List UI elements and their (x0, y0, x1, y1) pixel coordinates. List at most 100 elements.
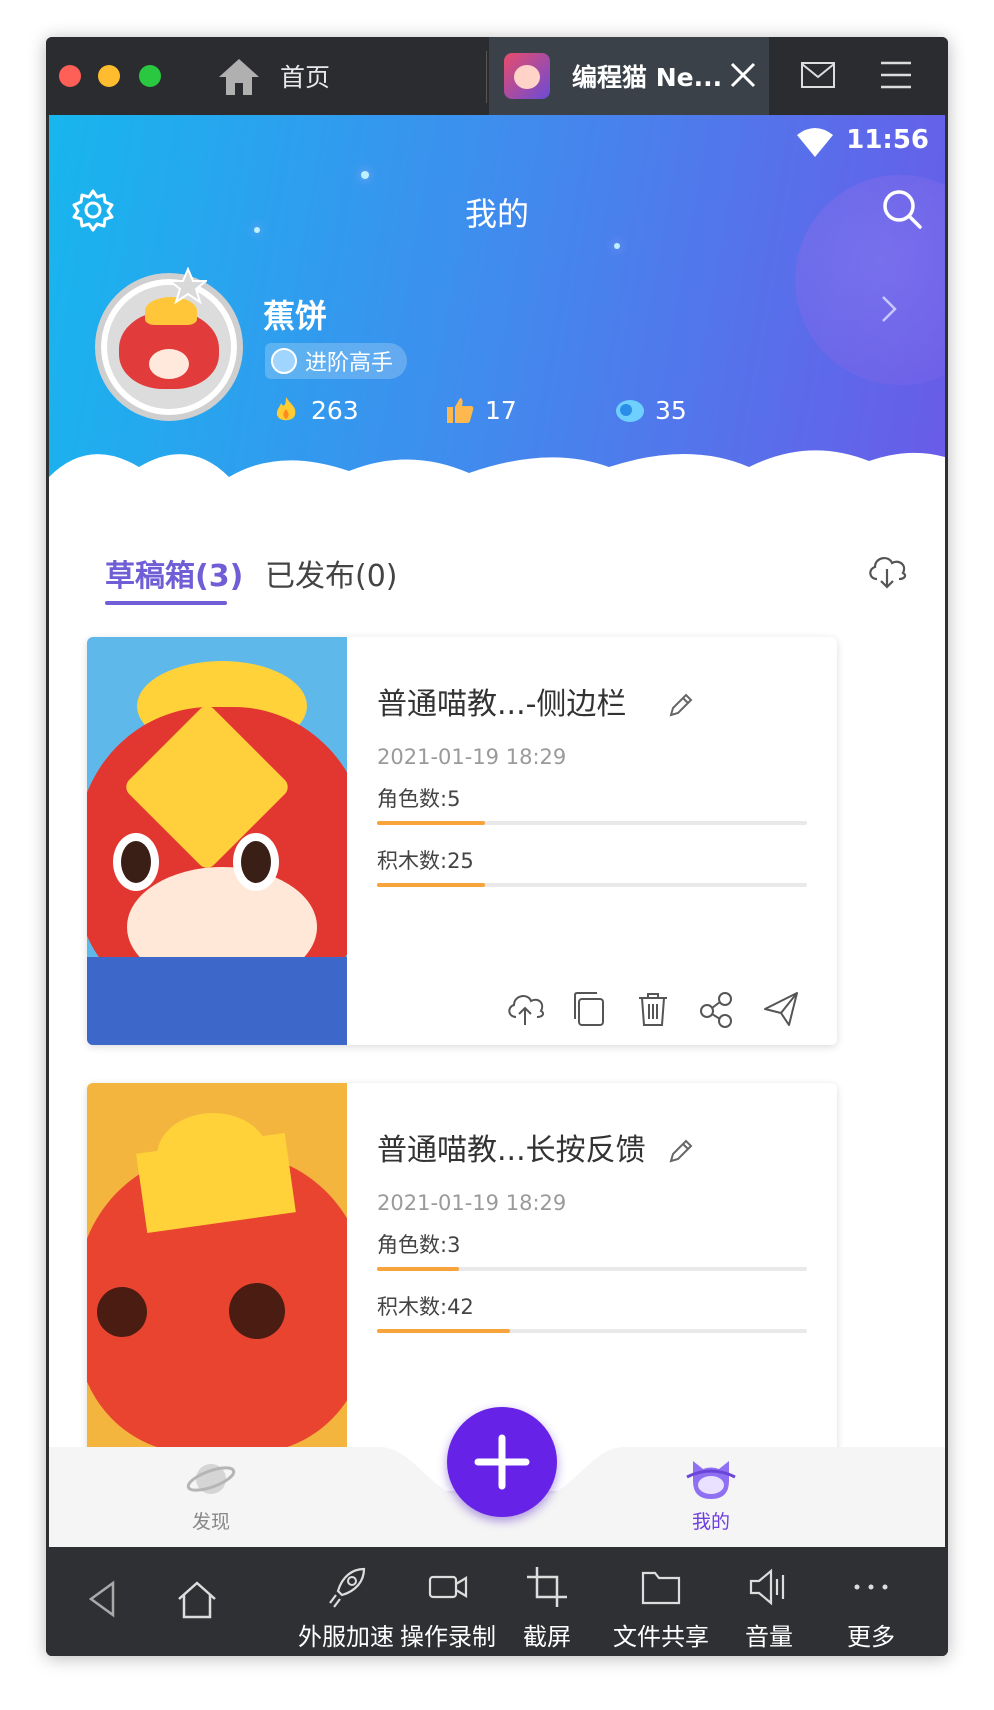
star-decoration (361, 171, 369, 179)
project-title[interactable]: 普通喵教...-侧边栏 (377, 679, 626, 723)
stat-popularity: 263 (271, 395, 359, 425)
blocks-progress-track (377, 1329, 807, 1333)
nav-discover-label: 发现 (191, 1511, 230, 1533)
thumb-hat (157, 1113, 269, 1199)
rocket-icon (329, 1567, 366, 1608)
nav-mine[interactable]: 我的 (671, 1455, 751, 1534)
plus-icon (474, 1434, 530, 1490)
copy-icon[interactable] (569, 989, 609, 1029)
pencil-edit-icon[interactable] (667, 1137, 695, 1165)
project-thumbnail[interactable] (87, 1083, 347, 1491)
tab-home-label: 首页 (280, 63, 331, 92)
status-time: 11:56 (846, 125, 929, 155)
back-triangle-icon (88, 1580, 115, 1618)
roles-progress-track (377, 821, 807, 825)
close-icon[interactable] (727, 59, 759, 91)
pencil-edit-icon[interactable] (667, 691, 695, 719)
blocks-progress-track (377, 883, 807, 887)
volume-button[interactable]: 音量 (734, 1547, 804, 1656)
video-camera-icon (428, 1575, 468, 1599)
tab-app[interactable]: 编程猫 Ne... (489, 37, 769, 115)
accelerate-button[interactable]: 外服加速 (296, 1547, 396, 1656)
star-badge-icon (169, 267, 207, 305)
thumb-cat-eye (229, 1283, 285, 1339)
coin-icon (616, 400, 644, 422)
project-title[interactable]: 普通喵教...长按反馈 (377, 1125, 646, 1169)
tab-app-label: 编程猫 Ne... (572, 63, 723, 92)
cat-profile-icon (686, 1461, 736, 1499)
rank-badge-label: 进阶高手 (305, 351, 394, 376)
hamburger-menu-icon[interactable] (878, 59, 914, 91)
trash-icon[interactable] (633, 989, 673, 1029)
blocks-count: 积木数:42 (377, 1295, 474, 1319)
window-titlebar: 首页 编程猫 Ne... (46, 37, 948, 115)
mail-icon[interactable] (800, 59, 836, 91)
crop-icon (527, 1567, 567, 1607)
tab-home[interactable]: 首页 (216, 37, 330, 115)
thumb-book (87, 957, 347, 1045)
blocks-count: 积木数:25 (377, 849, 474, 873)
more-button[interactable]: 更多 (836, 1547, 906, 1656)
accelerate-label: 外服加速 (298, 1623, 394, 1651)
upload-cloud-icon[interactable] (505, 989, 545, 1029)
thumbs-up-icon (447, 398, 474, 423)
project-date: 2021-01-19 18:29 (377, 1191, 567, 1215)
send-icon[interactable] (761, 989, 801, 1029)
stat-likes: 17 (445, 395, 517, 425)
back-button[interactable] (72, 1547, 134, 1656)
window-zoom-dot[interactable] (139, 65, 161, 87)
record-button[interactable]: 操作录制 (398, 1547, 498, 1656)
record-label: 操作录制 (400, 1623, 496, 1651)
fire-icon (276, 397, 296, 421)
chevron-right-icon[interactable] (877, 291, 901, 327)
tab-divider (486, 51, 487, 103)
project-tabs: 草稿箱(3) 已发布(0) (49, 545, 945, 611)
screenshot-button[interactable]: 截屏 (512, 1547, 582, 1656)
file-share-label: 文件共享 (613, 1623, 709, 1651)
thumb-cat-eye (97, 1287, 147, 1337)
cloud-divider (49, 450, 945, 535)
house-icon (219, 59, 259, 95)
stat-coins: 35 (615, 395, 687, 425)
speaker-icon (749, 1568, 785, 1606)
stat-value: 35 (655, 395, 687, 425)
phone-screen: 11:56 我的 蕉饼 进阶高手 263 17 35 草稿箱(3) 已发布(0)… (49, 115, 945, 1547)
create-project-button[interactable] (447, 1407, 557, 1517)
roles-count: 角色数:3 (377, 1233, 461, 1257)
rank-badge: 进阶高手 (265, 343, 408, 379)
card-actions (505, 989, 825, 1029)
username: 蕉饼 (263, 297, 328, 335)
more-dots-icon (854, 1584, 888, 1590)
project-date: 2021-01-19 18:29 (377, 745, 567, 769)
nav-mine-label: 我的 (691, 1511, 730, 1533)
roles-count: 角色数:5 (377, 787, 461, 811)
tab-published[interactable]: 已发布(0) (265, 551, 398, 595)
more-label: 更多 (847, 1623, 895, 1651)
nav-discover[interactable]: 发现 (171, 1455, 251, 1534)
search-icon[interactable] (881, 188, 923, 230)
emulator-toolbar: 外服加速 操作录制 截屏 文件共享 音量 更多 (46, 1547, 948, 1656)
project-thumbnail[interactable] (87, 637, 347, 1045)
roles-progress-fill (377, 1267, 459, 1271)
window-close-dot[interactable] (59, 65, 81, 87)
roles-progress-track (377, 1267, 807, 1271)
home-button[interactable] (162, 1547, 232, 1656)
share-icon[interactable] (697, 989, 737, 1029)
blocks-progress-fill (377, 883, 485, 887)
app-logo-icon (504, 53, 550, 99)
file-share-button[interactable]: 文件共享 (606, 1547, 716, 1656)
project-card[interactable]: 普通喵教...-侧边栏 2021-01-19 18:29 角色数:5 积木数:2… (87, 637, 837, 1045)
star-decoration (614, 243, 620, 249)
cloud-download-icon[interactable] (865, 551, 909, 591)
rank-heart-icon (271, 348, 297, 374)
tab-drafts[interactable]: 草稿箱(3) (105, 551, 243, 595)
volume-label: 音量 (745, 1623, 793, 1651)
roles-progress-fill (377, 821, 485, 825)
page-title: 我的 (464, 195, 529, 233)
folder-icon (641, 1571, 681, 1605)
window-minimize-dot[interactable] (98, 65, 120, 87)
profile-header: 11:56 我的 蕉饼 进阶高手 263 17 35 (49, 115, 945, 535)
thumb-cat-eye (113, 833, 159, 891)
wifi-icon (797, 128, 833, 157)
planet-icon (186, 1464, 236, 1494)
